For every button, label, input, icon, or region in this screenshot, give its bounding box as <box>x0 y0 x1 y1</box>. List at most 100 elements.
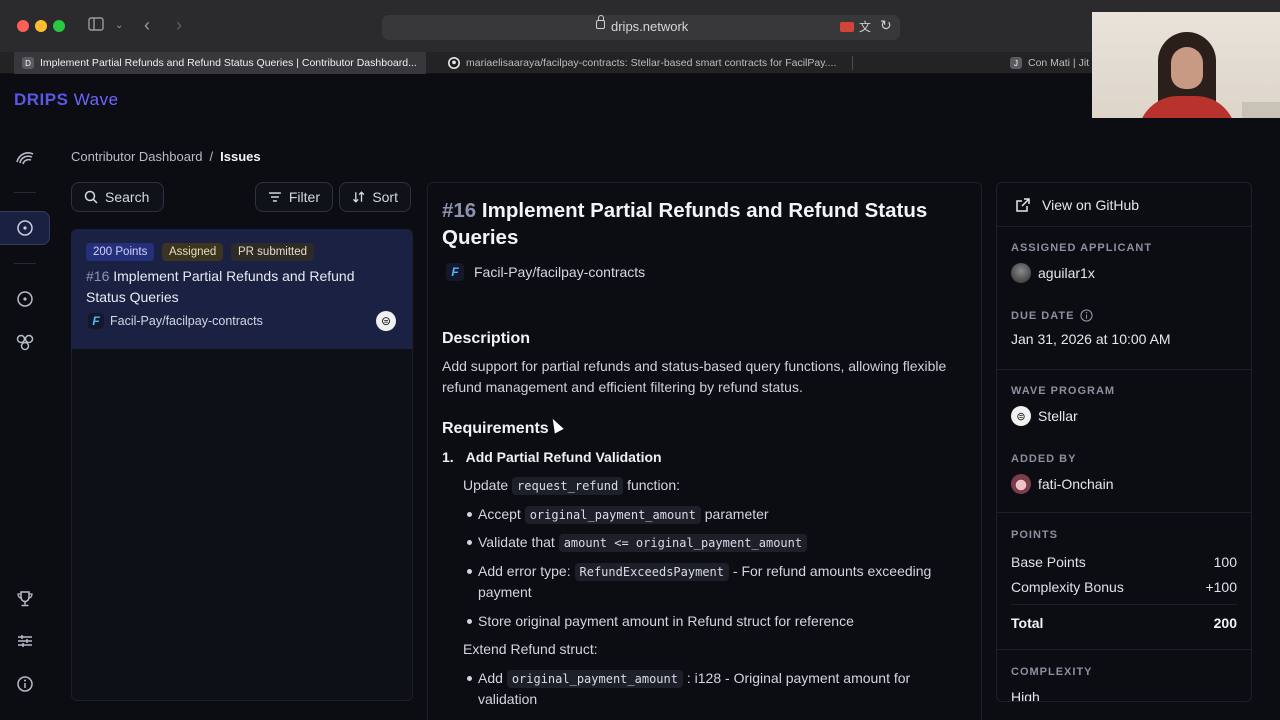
points-badge: 200 Points <box>86 243 155 261</box>
address-bar[interactable]: drips.network 文 ↻ <box>382 15 900 40</box>
assigned-badge: Assigned <box>162 243 224 261</box>
issue-repo[interactable]: F Facil-Pay/facilpay-contracts <box>446 263 645 281</box>
section-label: ADDED BY <box>1011 453 1077 465</box>
lock-icon <box>596 15 605 29</box>
issue-number: #16 <box>442 199 477 222</box>
tab-drips-issue[interactable]: D Implement Partial Refunds and Refund S… <box>14 52 426 74</box>
assigned-applicant[interactable]: aguilar1x <box>1011 263 1237 283</box>
sort-button[interactable]: Sort <box>339 182 411 212</box>
minimize-window-button[interactable] <box>35 20 47 32</box>
bullet-continuation: validation <box>478 691 538 707</box>
pr-submitted-badge: PR submitted <box>231 243 315 261</box>
view-on-github-button[interactable]: View on GitHub <box>997 183 1251 227</box>
facilpay-logo-icon: F <box>88 313 104 329</box>
due-date-section: DUE DATE Jan 31, 2026 at 10:00 AM <box>1011 309 1237 347</box>
requirements-heading: Requirements <box>442 420 549 437</box>
update-line: Update request_refund function: <box>463 475 680 497</box>
github-favicon-icon <box>448 57 460 69</box>
assigned-applicant-name: aguilar1x <box>1038 265 1095 281</box>
drips-wave-logo[interactable]: DRIPS Wave <box>14 90 119 110</box>
divider <box>997 649 1251 650</box>
tab-jitsi[interactable]: J Con Mati | Jit <box>1004 52 1094 74</box>
drips-favicon-icon: D <box>22 57 34 69</box>
added-by[interactable]: fati-Onchain <box>1011 474 1237 494</box>
webcam-shirt <box>1138 96 1236 118</box>
sidebar-toggle-icon[interactable] <box>88 16 104 36</box>
logo-bold-text: DRIPS <box>14 90 69 109</box>
breadcrumb-parent[interactable]: Contributor Dashboard <box>71 149 203 164</box>
avatar <box>1011 263 1031 283</box>
issue-card-repo-name: Facil-Pay/facilpay-contracts <box>110 314 263 328</box>
facilpay-logo-icon: F <box>446 263 464 281</box>
complexity-bonus-row: Complexity Bonus +100 <box>1011 579 1237 595</box>
code-span: request_refund <box>512 477 624 495</box>
text-span: Add error type: <box>478 563 571 579</box>
complexity-bonus-value: +100 <box>1205 579 1237 595</box>
zoom-window-button[interactable] <box>53 20 65 32</box>
settings-sliders-icon[interactable] <box>14 630 36 652</box>
wave-program: ⊜ Stellar <box>1011 406 1237 426</box>
search-label: Search <box>105 189 150 205</box>
requirement-number: 1. <box>442 449 454 465</box>
breadcrumb-current: Issues <box>220 149 261 164</box>
issue-card-selected[interactable]: 200 Points Assigned PR submitted #16 Imp… <box>71 229 412 349</box>
webcam-background <box>1242 102 1280 118</box>
bullet-item: Store original payment amount in Refund … <box>467 611 854 632</box>
search-button[interactable]: Search <box>71 182 164 212</box>
issue-sidebar: View on GitHub ASSIGNED APPLICANT aguila… <box>996 182 1252 702</box>
issue-card-number: #16 <box>86 268 110 284</box>
tab-title: mariaelisaaraya/facilpay-contracts: Stel… <box>466 57 837 69</box>
total-points-value: 200 <box>1213 615 1237 631</box>
wave-icon[interactable] <box>14 146 36 168</box>
extension-icon[interactable] <box>840 22 854 32</box>
added-by-name: fati-Onchain <box>1038 476 1114 492</box>
trophy-icon[interactable] <box>14 588 36 610</box>
complexity-section: COMPLEXITY High <box>1011 666 1237 702</box>
chevron-down-icon[interactable]: ⌄ <box>115 16 123 36</box>
section-label: DUE DATE <box>1011 309 1237 322</box>
tab-title: Implement Partial Refunds and Refund Sta… <box>40 57 417 69</box>
complexity-value: High <box>1011 689 1040 702</box>
breadcrumb-separator: / <box>209 149 214 164</box>
section-label: COMPLEXITY <box>1011 666 1093 678</box>
back-icon[interactable]: ‹ <box>144 16 150 34</box>
extend-line: Extend Refund struct: <box>463 641 598 657</box>
filter-button[interactable]: Filter <box>255 182 333 212</box>
issue-detail-panel: #16 Implement Partial Refunds and Refund… <box>427 182 982 720</box>
info-icon[interactable] <box>14 673 36 695</box>
close-window-button[interactable] <box>17 20 29 32</box>
repos-icon[interactable] <box>14 331 36 353</box>
filter-label: Filter <box>288 189 320 205</box>
total-points-row: Total 200 <box>1011 615 1237 631</box>
tab-bar: D Implement Partial Refunds and Refund S… <box>0 52 1280 74</box>
bullet-item: Accept original_payment_amount parameter <box>467 504 769 526</box>
issues-icon[interactable] <box>14 217 36 239</box>
text-span: - For refund amounts exceeding <box>732 563 932 579</box>
issue-card-title: #16 Implement Partial Refunds and Refund… <box>86 266 386 308</box>
description-heading: Description <box>442 330 531 347</box>
code-span: original_payment_amount <box>506 670 683 688</box>
external-link-icon <box>1016 197 1030 212</box>
avatar <box>1011 474 1031 494</box>
info-icon[interactable] <box>1080 309 1094 322</box>
reload-icon[interactable]: ↻ <box>880 17 892 34</box>
code-span: amount <= original_payment_amount <box>558 534 808 552</box>
tab-github-repo[interactable]: mariaelisaaraya/facilpay-contracts: Stel… <box>440 52 840 74</box>
wave-program-name: Stellar <box>1038 408 1078 424</box>
rail-divider <box>14 263 36 264</box>
text-span: Accept <box>478 506 521 522</box>
issue-title-text: Implement Partial Refunds and Refund Sta… <box>442 199 928 249</box>
requirement-item: 1. Add Partial Refund Validation <box>442 449 662 465</box>
points-section: POINTS <box>1011 529 1237 541</box>
text-span: Add <box>478 670 503 686</box>
translate-icon[interactable]: 文 <box>859 18 871 35</box>
text-span: : i128 - Original payment amount for <box>686 670 911 686</box>
open-issues-icon[interactable] <box>14 288 36 310</box>
total-points-label: Total <box>1011 615 1044 631</box>
forward-icon[interactable]: › <box>176 16 182 34</box>
assigned-applicant-section: ASSIGNED APPLICANT aguilar1x <box>1011 242 1237 283</box>
code-span: RefundExceedsPayment <box>574 563 729 581</box>
due-date-value: Jan 31, 2026 at 10:00 AM <box>1011 331 1171 347</box>
search-icon <box>84 190 98 204</box>
tab-title: Con Mati | Jit <box>1028 57 1090 69</box>
